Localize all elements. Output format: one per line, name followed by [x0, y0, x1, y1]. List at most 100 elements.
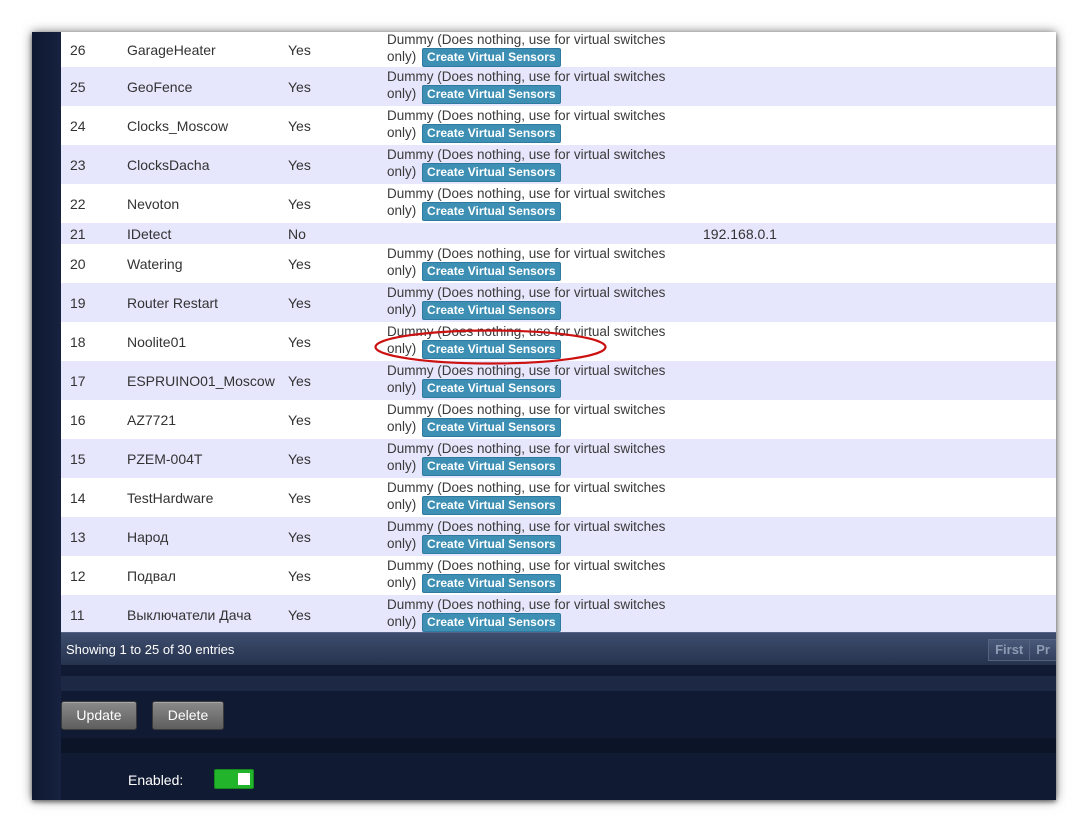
update-button[interactable]: Update: [61, 701, 137, 730]
row-type: Dummy (Does nothing, use for virtual swi…: [387, 322, 703, 361]
row-address: [703, 283, 1056, 322]
row-type-text-cont: only): [387, 203, 417, 218]
row-type: Dummy (Does nothing, use for virtual swi…: [387, 283, 703, 322]
entries-info: Showing 1 to 25 of 30 entries: [66, 642, 235, 657]
table-row[interactable]: 24 Clocks_Moscow Yes Dummy (Does nothing, u…: [61, 106, 1056, 145]
row-type-text: Dummy (Does nothing, use for virtual swi…: [387, 441, 666, 456]
row-enabled: Yes: [288, 400, 387, 439]
row-name: Clocks_Moscow: [127, 106, 288, 145]
row-enabled: Yes: [288, 439, 387, 478]
row-type-text-cont: only): [387, 614, 417, 629]
row-type-text: Dummy (Does nothing, use for virtual swi…: [387, 285, 666, 300]
row-type-text-cont: only): [387, 536, 417, 551]
create-virtual-sensors-button[interactable]: Create Virtual Sensors: [422, 535, 561, 554]
row-enabled: Yes: [288, 106, 387, 145]
row-type-text: Dummy (Does nothing, use for virtual swi…: [387, 108, 666, 123]
row-enabled: Yes: [288, 32, 387, 67]
row-enabled: Yes: [288, 595, 387, 634]
row-type-text: Dummy (Does nothing, use for virtual swi…: [387, 186, 666, 201]
row-enabled: Yes: [288, 361, 387, 400]
row-type: Dummy (Does nothing, use for virtual swi…: [387, 478, 703, 517]
previous-page-button[interactable]: Pr: [1029, 639, 1056, 661]
row-enabled: No: [288, 223, 387, 244]
table-row[interactable]: 23 ClocksDacha Yes Dummy (Does nothing, use…: [61, 145, 1056, 184]
first-page-button[interactable]: First: [988, 639, 1030, 661]
create-virtual-sensors-button[interactable]: Create Virtual Sensors: [422, 262, 561, 281]
create-virtual-sensors-button[interactable]: Create Virtual Sensors: [422, 301, 561, 320]
row-address: [703, 32, 1056, 67]
create-virtual-sensors-button[interactable]: Create Virtual Sensors: [422, 85, 561, 104]
create-virtual-sensors-button[interactable]: Create Virtual Sensors: [422, 48, 561, 67]
row-address: 192.168.0.1: [703, 223, 1056, 244]
row-idx: 17: [61, 361, 127, 400]
row-idx: 20: [61, 244, 127, 283]
row-type: Dummy (Does nothing, use for virtual swi…: [387, 244, 703, 283]
row-address: [703, 556, 1056, 595]
create-virtual-sensors-button[interactable]: Create Virtual Sensors: [422, 574, 561, 593]
row-type-text-cont: only): [387, 575, 417, 590]
create-virtual-sensors-button[interactable]: Create Virtual Sensors: [422, 457, 561, 476]
delete-button[interactable]: Delete: [152, 701, 224, 730]
table-row[interactable]: 17 ESPRUINO01_Moscow Yes Dummy (Does nothin…: [61, 361, 1056, 400]
row-enabled: Yes: [288, 556, 387, 595]
table-row[interactable]: 18 Noolite01 Yes Dummy (Does nothing, use f…: [61, 322, 1056, 361]
row-name: AZ7721: [127, 400, 288, 439]
row-type: Dummy (Does nothing, use for virtual swi…: [387, 106, 703, 145]
row-name: Подвал: [127, 556, 288, 595]
create-virtual-sensors-button[interactable]: Create Virtual Sensors: [422, 340, 561, 359]
row-name: GeoFence: [127, 67, 288, 106]
row-type: Dummy (Does nothing, use for virtual swi…: [387, 145, 703, 184]
row-name: Nevoton: [127, 184, 288, 223]
row-type: Dummy (Does nothing, use for virtual swi…: [387, 32, 703, 67]
row-enabled: Yes: [288, 478, 387, 517]
row-name: ESPRUINO01_Moscow: [127, 361, 288, 400]
create-virtual-sensors-button[interactable]: Create Virtual Sensors: [422, 163, 561, 182]
hardware-table: 26 GarageHeater Yes Dummy (Does nothing, us…: [61, 32, 1056, 634]
table-row[interactable]: 11 Выключатели Дача Yes Dummy (Does nothing…: [61, 595, 1056, 634]
row-idx: 16: [61, 400, 127, 439]
hardware-table-body: 26 GarageHeater Yes Dummy (Does nothing, us…: [61, 32, 1056, 634]
table-row[interactable]: 13 Народ Yes Dummy (Does nothing, use for v…: [61, 517, 1056, 556]
row-name: Выключатели Дача: [127, 595, 288, 634]
section-divider: [61, 738, 1056, 753]
row-type: [387, 223, 703, 244]
row-idx: 25: [61, 67, 127, 106]
table-row[interactable]: 25 GeoFence Yes Dummy (Does nothing, use fo…: [61, 67, 1056, 106]
table-row[interactable]: 21 IDetect No 192.168.0.1: [61, 223, 1056, 244]
table-footer: Showing 1 to 25 of 30 entries First Pr: [61, 632, 1056, 665]
table-row[interactable]: 14 TestHardware Yes Dummy (Does nothing, us…: [61, 478, 1056, 517]
create-virtual-sensors-button[interactable]: Create Virtual Sensors: [422, 124, 561, 143]
row-address: [703, 322, 1056, 361]
row-type-text-cont: only): [387, 380, 417, 395]
row-enabled: Yes: [288, 322, 387, 361]
create-virtual-sensors-button[interactable]: Create Virtual Sensors: [422, 418, 561, 437]
table-row[interactable]: 26 GarageHeater Yes Dummy (Does nothing, us…: [61, 32, 1056, 67]
row-address: [703, 184, 1056, 223]
row-name: Watering: [127, 244, 288, 283]
create-virtual-sensors-button[interactable]: Create Virtual Sensors: [422, 202, 561, 221]
enabled-toggle[interactable]: [214, 769, 254, 789]
row-idx: 22: [61, 184, 127, 223]
row-type-text-cont: only): [387, 419, 417, 434]
row-name: Народ: [127, 517, 288, 556]
table-row[interactable]: 15 PZEM-004T Yes Dummy (Does nothing, use f…: [61, 439, 1056, 478]
row-enabled: Yes: [288, 283, 387, 322]
create-virtual-sensors-button[interactable]: Create Virtual Sensors: [422, 613, 561, 632]
pagination: First Pr: [988, 639, 1056, 661]
table-row[interactable]: 12 Подвал Yes Dummy (Does nothing, use for …: [61, 556, 1056, 595]
app-window: 26 GarageHeater Yes Dummy (Does nothing, us…: [32, 32, 1056, 800]
row-type: Dummy (Does nothing, use for virtual swi…: [387, 400, 703, 439]
create-virtual-sensors-button[interactable]: Create Virtual Sensors: [422, 496, 561, 515]
row-name: GarageHeater: [127, 32, 288, 67]
row-idx: 18: [61, 322, 127, 361]
toggle-knob: [238, 773, 250, 785]
row-name: Noolite01: [127, 322, 288, 361]
table-row[interactable]: 19 Router Restart Yes Dummy (Does nothing, …: [61, 283, 1056, 322]
create-virtual-sensors-button[interactable]: Create Virtual Sensors: [422, 379, 561, 398]
row-type-text-cont: only): [387, 497, 417, 512]
row-type-text-cont: only): [387, 263, 417, 278]
table-row[interactable]: 22 Nevoton Yes Dummy (Does nothing, use for…: [61, 184, 1056, 223]
row-address: [703, 517, 1056, 556]
table-row[interactable]: 16 AZ7721 Yes Dummy (Does nothing, use for …: [61, 400, 1056, 439]
table-row[interactable]: 20 Watering Yes Dummy (Does nothing, use fo…: [61, 244, 1056, 283]
